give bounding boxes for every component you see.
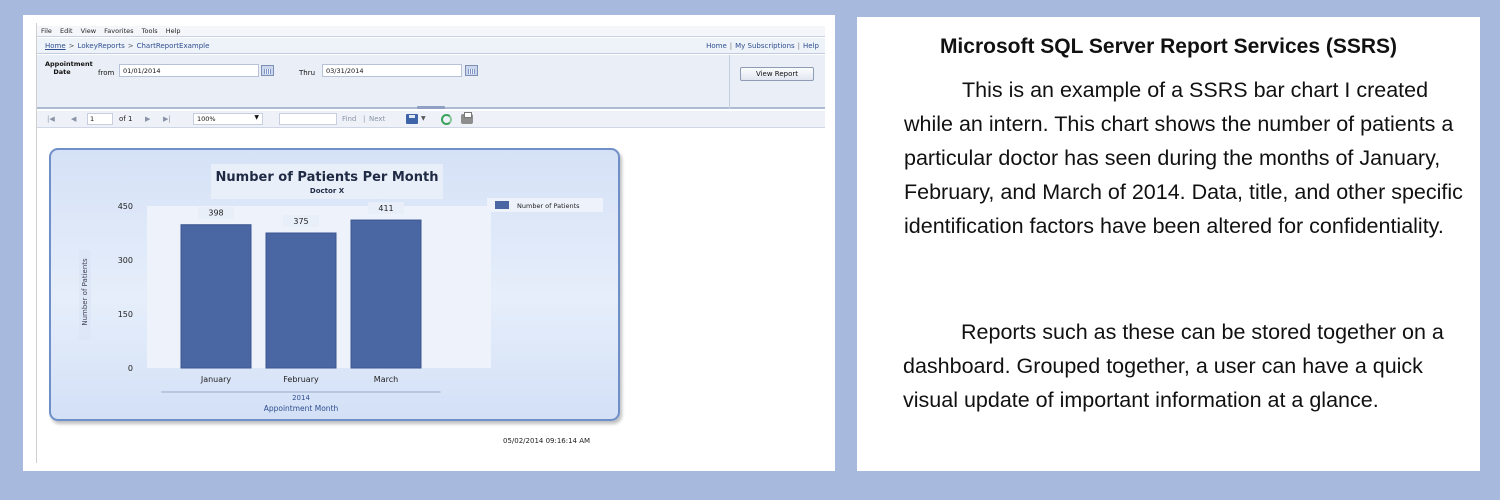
calendar-icon[interactable] — [261, 65, 274, 76]
legend-swatch — [495, 201, 509, 209]
from-date-input[interactable]: 01/01/2014 — [119, 64, 259, 77]
calendar-icon[interactable] — [465, 65, 478, 76]
bar — [265, 232, 337, 369]
x-group-label: 2014 — [292, 394, 310, 402]
chevron-down-icon: ▼ — [254, 114, 259, 121]
description-panel: Microsoft SQL Server Report Services (SS… — [857, 17, 1480, 471]
report-nav-bar: Home > LokeyReports > ChartReportExample Hom… — [37, 38, 825, 54]
y-tick-label: 150 — [118, 310, 133, 319]
zoom-value: 100% — [197, 115, 216, 123]
zoom-select[interactable]: 100% ▼ — [193, 113, 263, 125]
print-icon[interactable] — [461, 112, 473, 124]
y-axis-label: Number of Patients — [81, 258, 89, 326]
menu-bar: File Edit View Favorites Tools Help — [37, 26, 825, 37]
link-separator: | — [797, 42, 801, 50]
breadcrumb: Home > LokeyReports > ChartReportExample — [45, 42, 209, 50]
report-screenshot: File Edit View Favorites Tools Help Home… — [23, 15, 835, 471]
data-label: 411 — [378, 204, 393, 213]
find-input[interactable] — [279, 113, 337, 125]
y-tick-label: 300 — [118, 256, 133, 265]
menu-file[interactable]: File — [41, 26, 52, 37]
find-link[interactable]: Find — [342, 115, 356, 123]
help-link[interactable]: Help — [803, 42, 819, 50]
chart-title: Number of Patients Per Month — [216, 170, 439, 185]
chart-canvas: Number of Patients Per Month Doctor X 0 150… — [79, 164, 603, 413]
menu-favorites[interactable]: Favorites — [104, 26, 133, 37]
chart-subtitle: Doctor X — [310, 187, 345, 195]
link-separator: | — [729, 42, 733, 50]
first-page-icon[interactable]: |◀ — [47, 115, 55, 123]
report-toolbar: |◀ ◀ 1 of 1 ▶ ▶| 100% ▼ Find | Next ▼ — [37, 111, 825, 128]
bar-chart: Number of Patients Per Month Doctor X 0 150… — [49, 148, 620, 421]
y-tick-label: 450 — [118, 202, 133, 211]
export-save-icon[interactable] — [406, 114, 418, 124]
view-report-button[interactable]: View Report — [740, 67, 814, 81]
x-axis-label: Appointment Month — [264, 404, 339, 413]
next-page-icon[interactable]: ▶ — [145, 115, 150, 123]
thru-label: Thru — [299, 69, 316, 77]
thru-date-input[interactable]: 03/31/2014 — [322, 64, 462, 77]
report-timestamp: 05/02/2014 09:16:14 AM — [503, 437, 591, 445]
from-label: from — [98, 69, 115, 77]
breadcrumb-folder-link[interactable]: LokeyReports — [78, 42, 125, 50]
my-subscriptions-link[interactable]: My Subscriptions — [735, 42, 795, 50]
home-link[interactable]: Home — [706, 42, 727, 50]
previous-page-icon[interactable]: ◀ — [71, 115, 76, 123]
divider — [729, 55, 730, 109]
last-page-icon[interactable]: ▶| — [163, 115, 171, 123]
x-tick-label: January — [200, 375, 232, 384]
appointment-date-label: Appointment Date — [45, 60, 93, 76]
data-label: 398 — [208, 209, 223, 218]
panel-collapse-handle[interactable] — [417, 106, 445, 109]
find-next-link[interactable]: Next — [369, 115, 385, 123]
page-number-input[interactable]: 1 — [87, 113, 113, 125]
parameter-panel: Appointment Date from 01/01/2014 Thru 03… — [37, 55, 825, 109]
x-tick-label: March — [374, 375, 398, 384]
menu-view[interactable]: View — [81, 26, 96, 37]
chevron-down-icon[interactable]: ▼ — [421, 115, 426, 122]
x-tick-label: February — [283, 375, 319, 384]
bar — [350, 219, 422, 369]
breadcrumb-home-link[interactable]: Home — [45, 42, 66, 50]
page-count: of 1 — [119, 115, 133, 123]
description-paragraph: Reports such as these can be stored toge… — [903, 320, 1444, 412]
menu-edit[interactable]: Edit — [60, 26, 73, 37]
description-paragraph: This is an example of a SSRS bar chart I… — [904, 78, 1463, 238]
menu-tools[interactable]: Tools — [142, 26, 158, 37]
breadcrumb-separator: > — [127, 42, 134, 50]
legend-label: Number of Patients — [517, 202, 580, 210]
browser-window: File Edit View Favorites Tools Help Home… — [36, 23, 825, 463]
bar — [180, 224, 252, 369]
top-links: Home | My Subscriptions | Help — [706, 42, 819, 50]
breadcrumb-current-report: ChartReportExample — [136, 42, 210, 50]
y-tick-label: 0 — [128, 364, 133, 373]
description-title: Microsoft SQL Server Report Services (SS… — [939, 35, 1398, 58]
refresh-icon[interactable] — [441, 114, 452, 125]
breadcrumb-separator: > — [68, 42, 75, 50]
menu-help[interactable]: Help — [166, 26, 181, 37]
find-separator: | — [363, 115, 366, 123]
data-label: 375 — [293, 217, 308, 226]
